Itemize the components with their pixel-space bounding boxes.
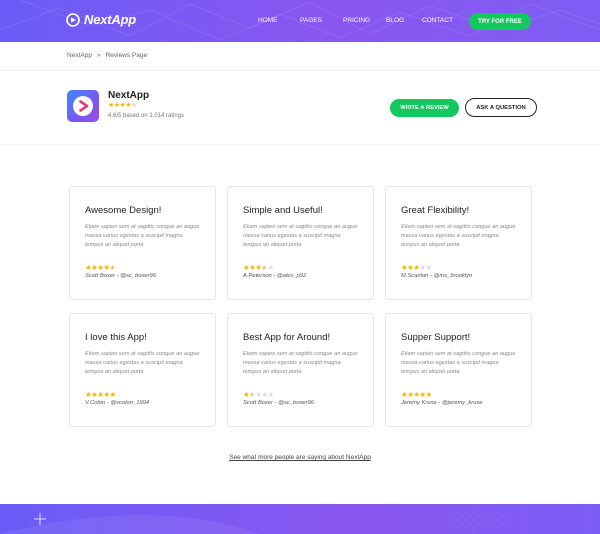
more-reviews-link[interactable]: See what more people are saying about Ne… <box>0 454 600 461</box>
breadcrumb-home[interactable]: NextApp <box>67 52 92 59</box>
nav-pricing[interactable]: PRICING <box>343 17 370 24</box>
review-text: Etiam sapien sem at sagittis congue an a… <box>85 224 200 249</box>
star-full-icon: ★ <box>109 390 117 399</box>
review-title: Simple and Useful! <box>243 205 323 216</box>
review-title: Supper Support! <box>401 332 471 343</box>
review-text: Etiam sapien sem at sagittis congue an a… <box>401 351 516 376</box>
breadcrumb: NextApp » Reviews Page <box>67 52 147 59</box>
review-card: Simple and Useful! Etiam sapien sem at s… <box>227 186 374 300</box>
review-author: Scott Boxer - @sc_boxer96 <box>85 273 156 279</box>
app-icon <box>67 90 99 122</box>
star-empty-icon: ★ <box>131 102 137 109</box>
app-rating-text: 4.6/5 based on 1.014 ratings <box>108 113 185 119</box>
review-stars: ★★★★★ <box>243 264 274 272</box>
brand-name: NextApp <box>84 12 137 27</box>
review-stars: ★★★★★ <box>401 391 432 399</box>
footer-banner <box>0 504 600 534</box>
review-text: Etiam sapien sem at sagittis congue an a… <box>243 224 358 249</box>
review-card: I love this App! Etiam sapien sem at sag… <box>69 313 216 427</box>
app-star-rating: ★★★★★ <box>108 102 137 109</box>
footer-dot-pattern <box>0 511 507 534</box>
review-stars: ★★★★★ <box>243 391 274 399</box>
plus-decoration-icon <box>34 513 46 525</box>
nav-blog[interactable]: BLOG <box>386 17 404 24</box>
review-stars: ★★★★★ <box>85 264 116 272</box>
play-logo-icon <box>73 96 93 116</box>
review-card: Best App for Around! Etiam sapien sem at… <box>227 313 374 427</box>
breadcrumb-separator: » <box>96 52 101 59</box>
nav-home[interactable]: HOME <box>258 17 278 24</box>
review-stars: ★★★★★ <box>85 391 116 399</box>
review-author: A.Peterson - @alex_p92 <box>243 273 307 279</box>
review-text: Etiam sapien sem at sagittis congue an a… <box>243 351 358 376</box>
nav-contact[interactable]: CONTACT <box>422 17 453 24</box>
review-text: Etiam sapien sem at sagittis congue an a… <box>85 351 200 376</box>
breadcrumb-current: Reviews Page <box>105 52 148 59</box>
review-card: Awesome Design! Etiam sapien sem at sagi… <box>69 186 216 300</box>
ask-question-button[interactable]: ASK A QUESTION <box>465 98 537 117</box>
star-full-icon: ★ <box>103 263 110 272</box>
review-author: Jeremy Kruse - @jeremy_kruse <box>401 400 483 406</box>
brand-logo[interactable]: NextApp <box>66 12 136 27</box>
review-title: Awesome Design! <box>85 205 162 216</box>
star-empty-icon: ★ <box>267 263 275 272</box>
review-author: Scott Boxer - @sc_boxer96 <box>243 400 314 406</box>
star-half-icon: ★ <box>109 263 117 272</box>
review-text: Etiam sapien sem at sagittis congue an a… <box>401 224 516 249</box>
try-for-free-button[interactable]: TRY FOR FREE <box>469 13 531 30</box>
top-navbar: NextApp HOME PAGES PRICING BLOG CONTACT … <box>0 0 600 42</box>
review-author: V.Colon - @vcolon_1994 <box>85 400 150 406</box>
star-empty-icon: ★ <box>425 263 433 272</box>
star-empty-icon: ★ <box>267 390 275 399</box>
review-card: Great Flexibility! Etiam sapien sem at s… <box>385 186 532 300</box>
review-stars: ★★★★★ <box>401 264 432 272</box>
divider <box>0 70 600 71</box>
review-title: Great Flexibility! <box>401 205 470 216</box>
write-review-button[interactable]: WRITE A REVIEW <box>390 99 459 117</box>
nav-pages[interactable]: PAGES <box>300 17 322 24</box>
review-card: Supper Support! Etiam sapien sem at sagi… <box>385 313 532 427</box>
divider <box>0 144 600 145</box>
review-title: I love this App! <box>85 332 147 343</box>
logo-icon <box>66 12 80 27</box>
review-title: Best App for Around! <box>243 332 331 343</box>
review-author: M.Scanlon - @ms_brooklyn <box>401 273 473 279</box>
star-full-icon: ★ <box>425 390 433 399</box>
app-name: NextApp <box>108 90 150 101</box>
